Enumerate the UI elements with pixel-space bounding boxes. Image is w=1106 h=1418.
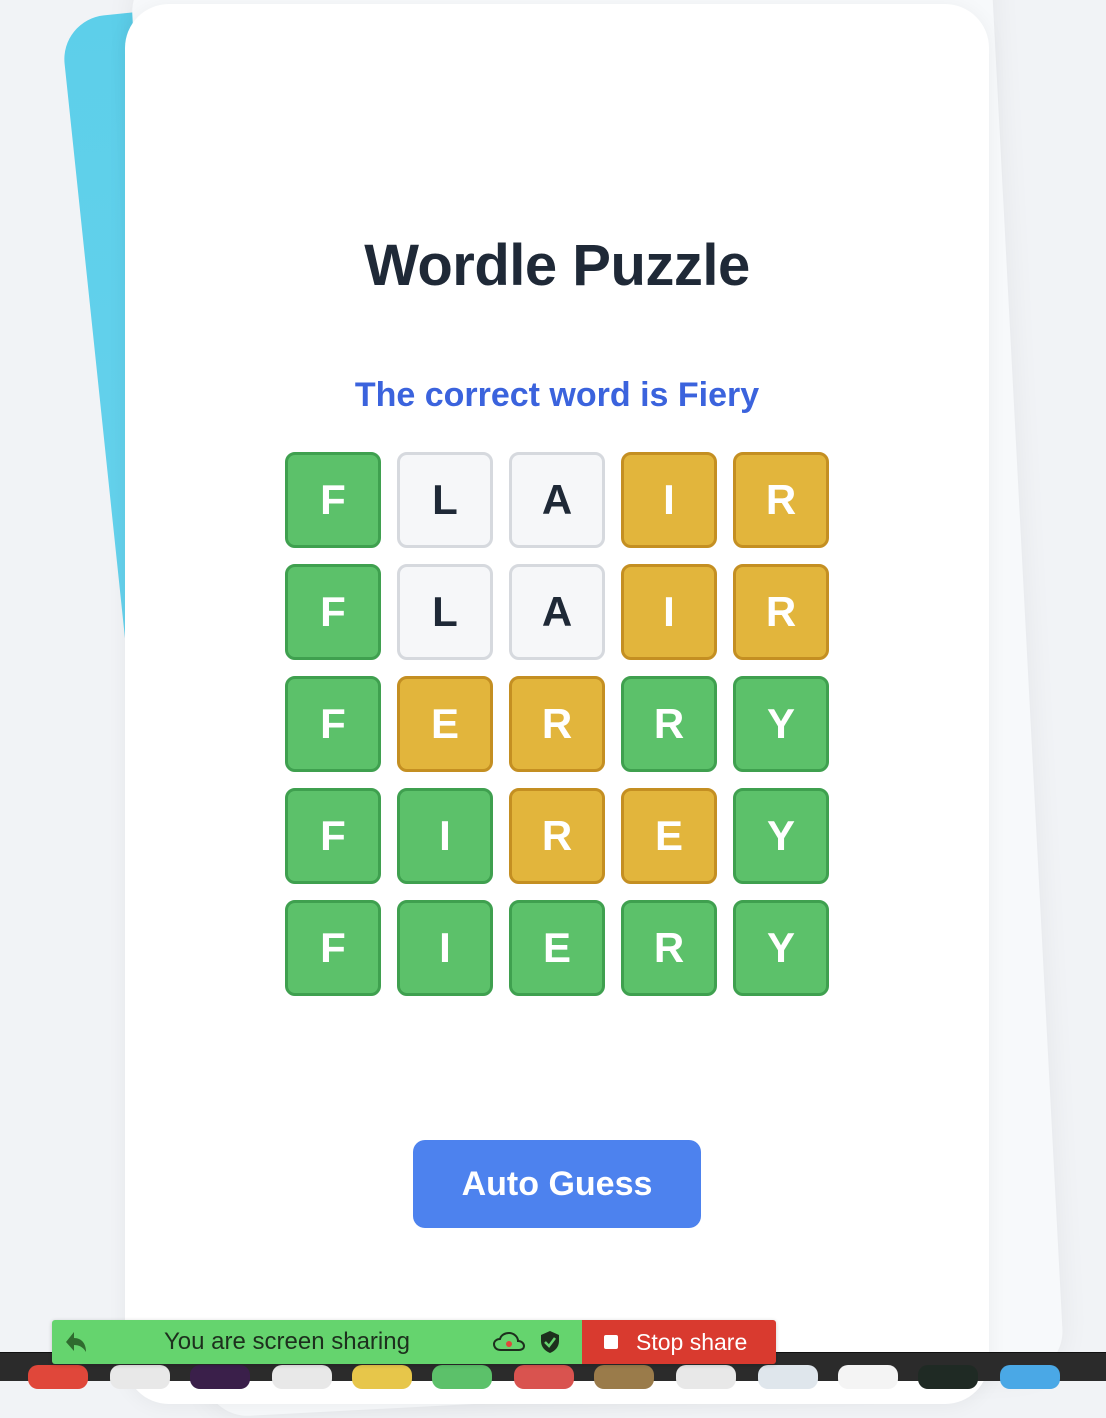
calendar-icon[interactable] [514, 1365, 574, 1389]
letter-tile: I [621, 564, 717, 660]
stop-icon [604, 1335, 618, 1349]
guess-row: F E R R Y [285, 676, 829, 772]
share-arrow-icon[interactable] [62, 1328, 90, 1356]
letter-tile: R [509, 788, 605, 884]
letter-tile: F [285, 788, 381, 884]
result-message: The correct word is Fiery [354, 376, 760, 414]
finder-icon[interactable] [110, 1365, 170, 1389]
share-indicators [492, 1329, 562, 1355]
letter-tile: I [397, 900, 493, 996]
letter-tile: A [509, 452, 605, 548]
letter-tile: A [509, 564, 605, 660]
letter-tile: F [285, 676, 381, 772]
share-status-area: You are screen sharing [52, 1320, 582, 1364]
app-icon[interactable] [676, 1365, 736, 1389]
app-icon[interactable] [758, 1365, 818, 1389]
letter-tile: R [733, 452, 829, 548]
app-icon[interactable] [838, 1365, 898, 1389]
chrome-icon[interactable] [28, 1365, 88, 1389]
guess-row: F L A I R [285, 452, 829, 548]
letter-grid: F L A I R F L A I R F E R R Y F I R E Y [285, 452, 829, 1012]
letter-tile: E [621, 788, 717, 884]
share-status-text: You are screen sharing [164, 1328, 410, 1355]
notes-icon[interactable] [352, 1365, 412, 1389]
app-icon[interactable] [1000, 1365, 1060, 1389]
auto-guess-button[interactable]: Auto Guess [413, 1140, 701, 1228]
stop-share-button[interactable]: Stop share [582, 1320, 776, 1364]
app-icon[interactable] [594, 1365, 654, 1389]
letter-tile: Y [733, 676, 829, 772]
podcast-icon[interactable] [190, 1365, 250, 1389]
shield-check-icon[interactable] [538, 1329, 562, 1355]
letter-tile: E [509, 900, 605, 996]
letter-tile: L [397, 452, 493, 548]
letter-tile: R [621, 900, 717, 996]
letter-tile: F [285, 452, 381, 548]
letter-tile: R [509, 676, 605, 772]
guess-row: F I E R Y [285, 900, 829, 996]
app-icon[interactable] [272, 1365, 332, 1389]
letter-tile: R [733, 564, 829, 660]
page-title: Wordle Puzzle [364, 233, 750, 298]
guess-row: F L A I R [285, 564, 829, 660]
screen-share-bar: You are screen sharing Stop share [52, 1320, 776, 1364]
messages-icon[interactable] [432, 1365, 492, 1389]
letter-tile: F [285, 564, 381, 660]
puzzle-card: Wordle Puzzle The correct word is Fiery … [125, 4, 989, 1404]
letter-tile: L [397, 564, 493, 660]
stop-share-label: Stop share [636, 1328, 748, 1355]
letter-tile: E [397, 676, 493, 772]
letter-tile: R [621, 676, 717, 772]
letter-tile: I [397, 788, 493, 884]
terminal-icon[interactable] [918, 1365, 978, 1389]
letter-tile: Y [733, 788, 829, 884]
letter-tile: I [621, 452, 717, 548]
letter-tile: Y [733, 900, 829, 996]
letter-tile: F [285, 900, 381, 996]
guess-row: F I R E Y [285, 788, 829, 884]
cloud-record-icon[interactable] [492, 1330, 526, 1354]
